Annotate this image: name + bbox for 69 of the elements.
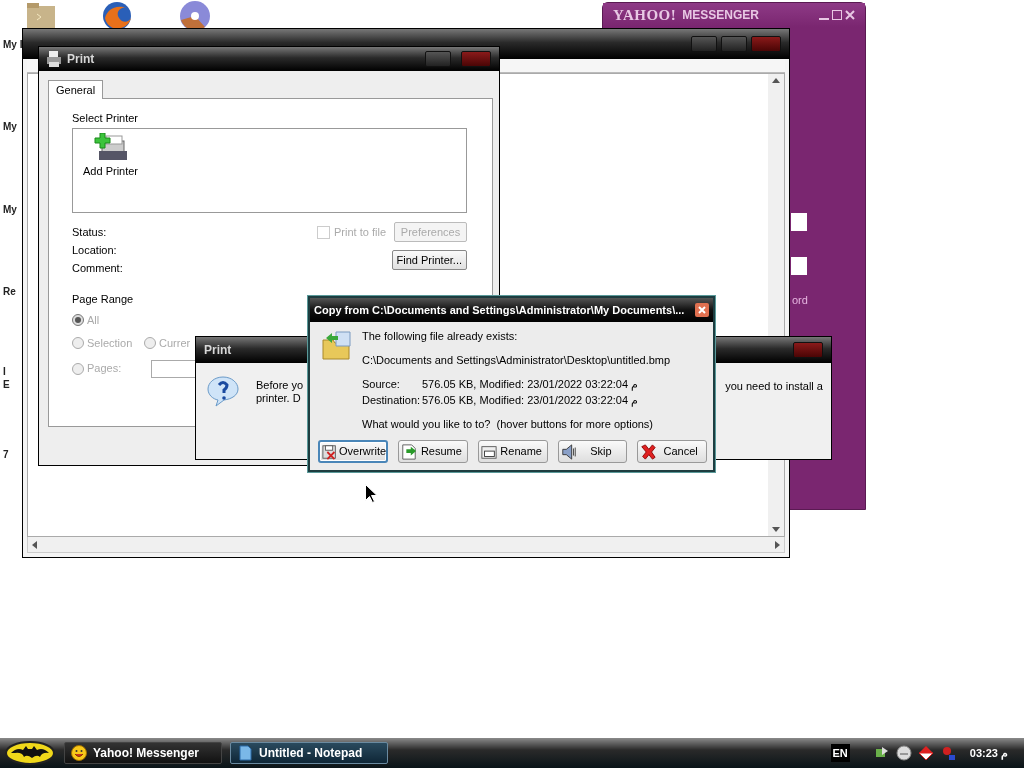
taskbar-button[interactable]: Yahoo! Messenger	[64, 742, 222, 764]
overwrite-icon	[322, 443, 338, 460]
arrow-icon[interactable]	[917, 745, 934, 761]
field-label: Location:	[72, 244, 118, 257]
desktop-icon-label[interactable]: My	[3, 204, 17, 216]
window-title: Print	[204, 342, 232, 359]
desktop-icon-label[interactable]: My I	[3, 39, 23, 51]
input-field[interactable]	[791, 213, 807, 231]
field-value: 576.05 KB, Modified: 23/01/2022 03:22:04 م	[422, 378, 640, 391]
field-label: Destination:	[362, 394, 422, 407]
desktop-icon-label[interactable]: I	[3, 366, 6, 378]
rename-icon	[480, 443, 497, 460]
help-button[interactable]	[425, 51, 451, 67]
desktop-icon-label[interactable]: E	[3, 379, 10, 391]
field-label: Source:	[362, 378, 401, 391]
desktop-icon-label[interactable]: My	[3, 121, 17, 133]
brand-logo: YAHOO!	[613, 5, 677, 25]
taskbar-button[interactable]: Untitled - Notepad	[230, 742, 388, 764]
window-title: MESSENGER	[682, 7, 759, 24]
minimize-button[interactable]	[691, 36, 717, 52]
maximize-button[interactable]	[721, 36, 747, 52]
scroll-down-arrow[interactable]	[772, 527, 780, 532]
input-field[interactable]	[791, 257, 807, 275]
mouse-cursor-icon	[365, 484, 377, 503]
message-text: Before yo printer. D	[256, 379, 304, 405]
window-title: Print	[67, 51, 95, 68]
skip-icon	[560, 443, 577, 460]
section-label: Page Range	[72, 293, 134, 306]
clock[interactable]: 03:23 م	[969, 744, 1008, 762]
scroll-right-arrow[interactable]	[775, 540, 780, 549]
overwrite-button[interactable]: Overwrite	[318, 440, 388, 463]
start-button[interactable]	[4, 740, 56, 766]
cancel-icon	[640, 443, 657, 460]
message-text: What would you like to to? (hover buttons for more options)	[362, 418, 655, 431]
field-label: Status:	[72, 226, 108, 239]
close-icon[interactable]	[845, 10, 855, 20]
field-label: Comment:	[72, 262, 124, 275]
horizontal-scrollbar[interactable]	[27, 537, 785, 553]
close-button[interactable]	[695, 303, 709, 317]
cancel-button[interactable]: Cancel	[637, 440, 707, 463]
find-printer-button[interactable]: Find Printer...	[391, 250, 467, 270]
window-title: Copy from C:\Documents and Settings\Administrator\My Documents\...	[314, 302, 685, 318]
section-label: Select Printer	[72, 112, 140, 125]
resume-icon	[401, 443, 417, 460]
scroll-left-arrow[interactable]	[32, 540, 37, 549]
printer-list[interactable]: Add Printer	[72, 128, 467, 213]
field-value: 576.05 KB, Modified: 23/01/2022 03:22:04 م	[422, 394, 640, 407]
resume-button[interactable]: Resume	[398, 440, 468, 463]
globe-icon[interactable]	[101, 0, 133, 30]
printer-icon	[47, 51, 61, 67]
language-indicator[interactable]: EN	[830, 743, 850, 763]
file-path: C:\Documents and Settings\Administrator\Desktop\untitled.bmp	[362, 354, 671, 367]
tab[interactable]: General	[48, 80, 104, 99]
link-text[interactable]: ord	[792, 292, 808, 309]
rename-button[interactable]: Rename	[477, 440, 548, 463]
printer-item[interactable]: Add Printer	[83, 133, 139, 178]
folder-icon	[322, 330, 354, 360]
scroll-up-arrow[interactable]	[772, 78, 780, 83]
message-text: you need to install a	[725, 379, 823, 394]
folder-icon[interactable]	[25, 0, 57, 30]
printer-icon	[93, 133, 128, 163]
document-icon	[237, 745, 253, 761]
maximize-icon[interactable]	[832, 10, 842, 20]
skip-button[interactable]: Skip	[557, 440, 628, 463]
question-icon	[206, 375, 240, 407]
message-text: The following file already exists:	[362, 330, 519, 343]
logo-icon	[5, 741, 55, 765]
desktop-icon-label[interactable]: Re	[3, 286, 16, 298]
desktop-icon-label[interactable]: 7	[3, 449, 9, 461]
